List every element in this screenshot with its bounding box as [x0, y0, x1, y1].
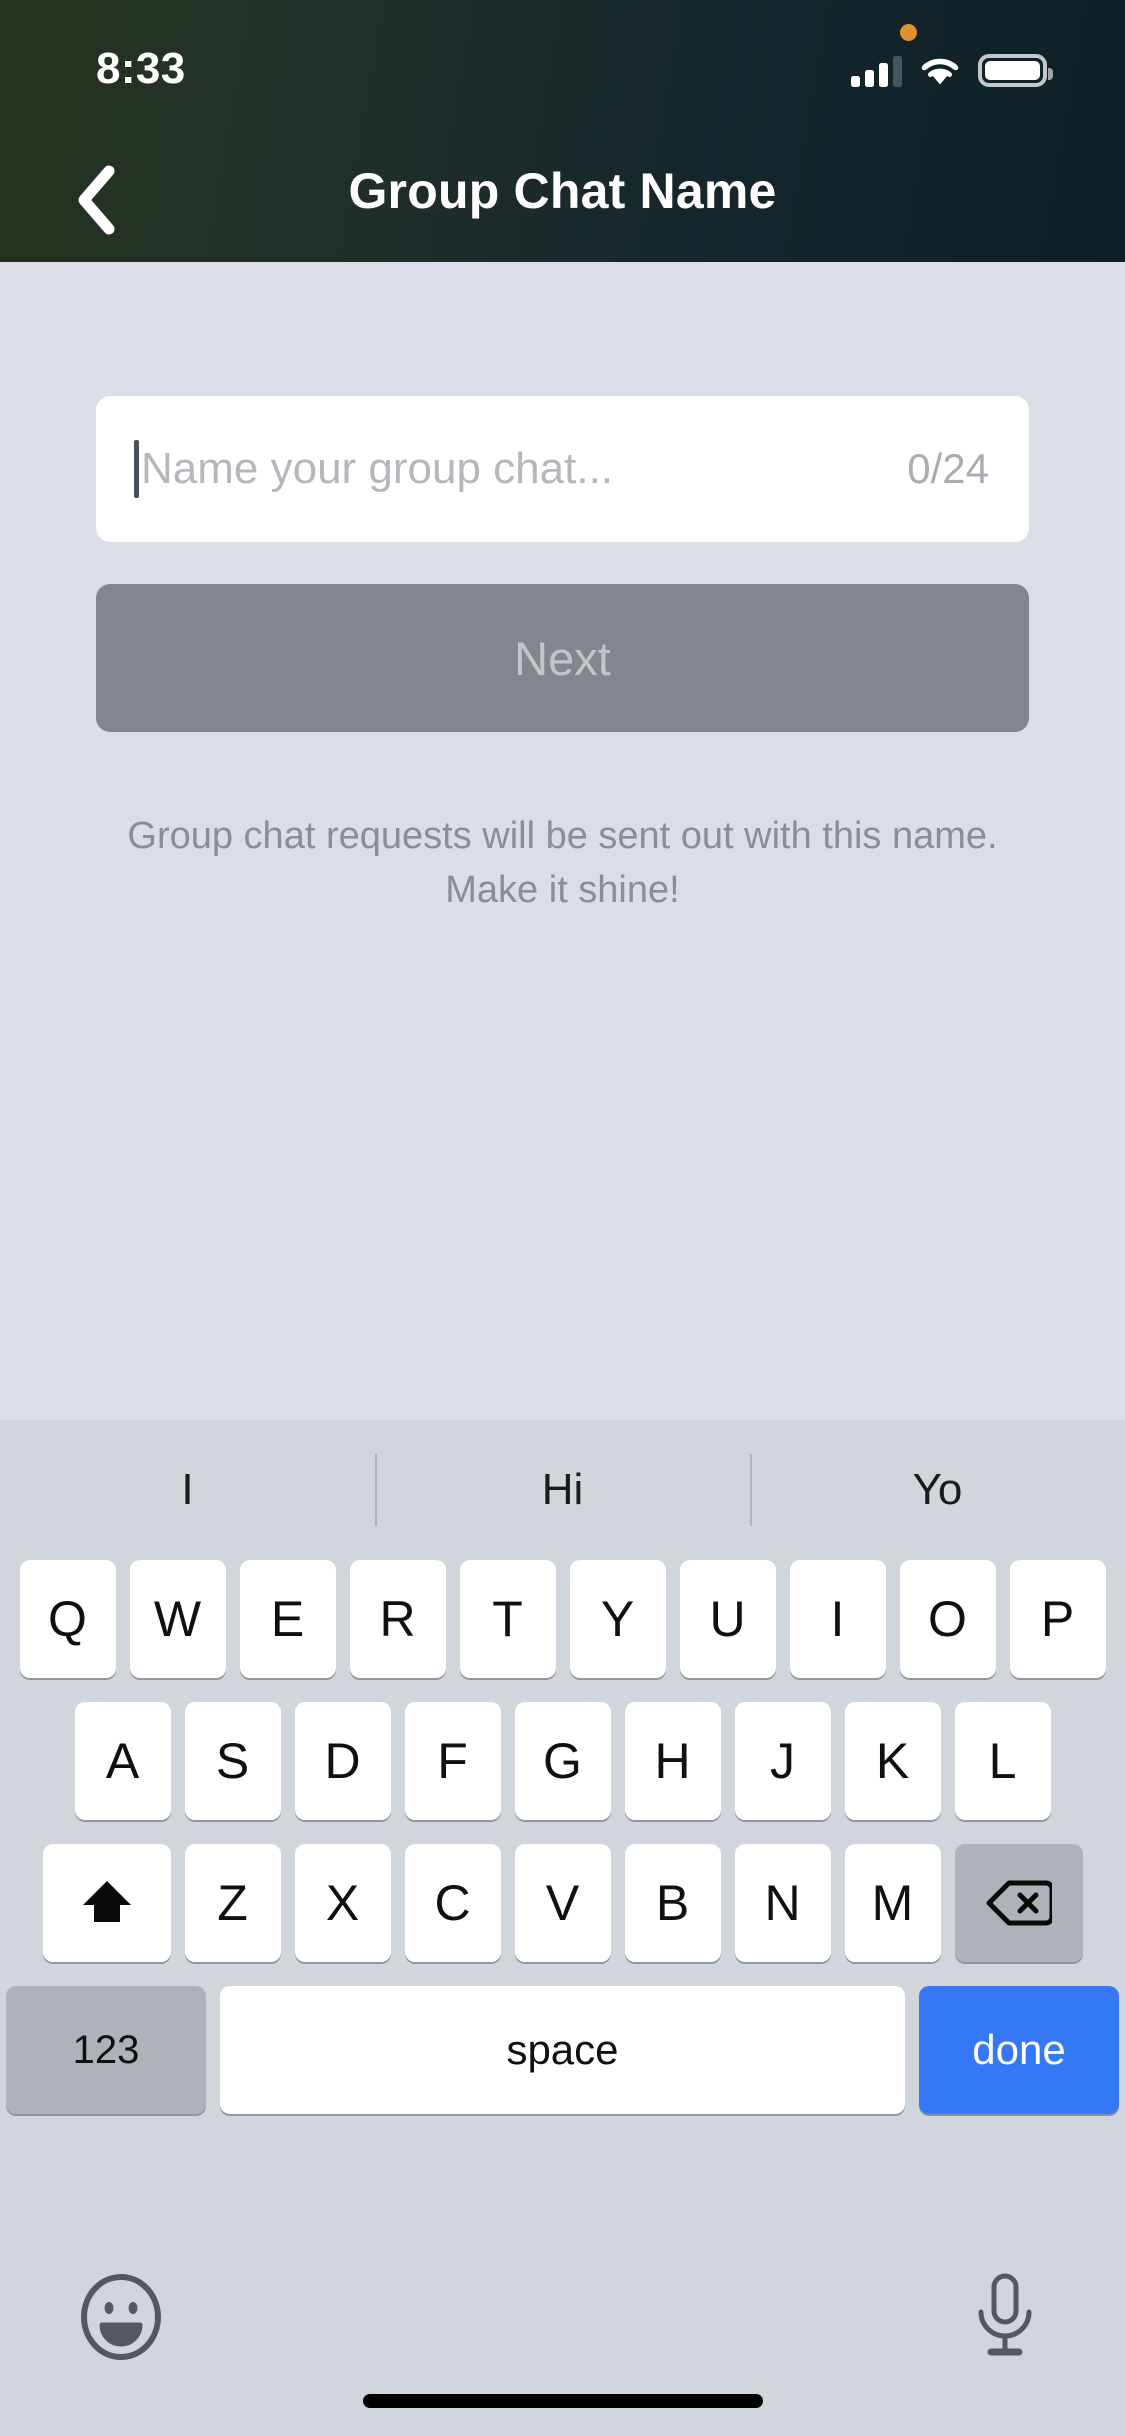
- predictive-suggestion-bar: I Hi Yo: [0, 1420, 1125, 1560]
- shift-key[interactable]: [42, 1844, 171, 1962]
- key-m[interactable]: M: [844, 1844, 941, 1962]
- keyboard-row-2: A S D F G H J K L: [0, 1702, 1125, 1820]
- key-i[interactable]: I: [789, 1560, 886, 1678]
- key-t[interactable]: T: [459, 1560, 556, 1678]
- key-y[interactable]: Y: [569, 1560, 666, 1678]
- key-g[interactable]: G: [514, 1702, 611, 1820]
- key-q[interactable]: Q: [19, 1560, 116, 1678]
- key-w[interactable]: W: [129, 1560, 226, 1678]
- key-b[interactable]: B: [624, 1844, 721, 1962]
- status-bar-icons: [851, 47, 1053, 87]
- space-key[interactable]: space: [220, 1986, 905, 2114]
- key-c[interactable]: C: [404, 1844, 501, 1962]
- emoji-smiley-icon: [81, 2274, 161, 2360]
- key-d[interactable]: D: [294, 1702, 391, 1820]
- key-u[interactable]: U: [679, 1560, 776, 1678]
- key-n[interactable]: N: [734, 1844, 831, 1962]
- backspace-delete-icon: [986, 1880, 1052, 1926]
- key-o[interactable]: O: [899, 1560, 996, 1678]
- suggestion-item[interactable]: I: [0, 1465, 375, 1515]
- key-v[interactable]: V: [514, 1844, 611, 1962]
- battery-icon: [978, 54, 1053, 87]
- key-a[interactable]: A: [74, 1702, 171, 1820]
- key-s[interactable]: S: [184, 1702, 281, 1820]
- main-content: Name your group chat... 0/24 Next Group …: [0, 262, 1125, 1420]
- key-r[interactable]: R: [349, 1560, 446, 1678]
- keyboard-row-3: Z X C V B N M: [0, 1844, 1125, 1962]
- key-z[interactable]: Z: [184, 1844, 281, 1962]
- suggestion-item[interactable]: Yo: [750, 1465, 1125, 1515]
- dictation-button[interactable]: [969, 2272, 1041, 2364]
- status-bar-time: 8:33: [96, 44, 186, 93]
- group-name-placeholder: Name your group chat...: [141, 444, 614, 493]
- recording-indicator-dot: [900, 24, 917, 41]
- key-e[interactable]: E: [239, 1560, 336, 1678]
- shift-arrow-up-icon: [82, 1881, 131, 1922]
- keyboard-bottom-bar: [0, 2256, 1125, 2436]
- key-f[interactable]: F: [404, 1702, 501, 1820]
- header: Group Chat Name: [0, 132, 1125, 262]
- key-k[interactable]: K: [844, 1702, 941, 1820]
- character-counter: 0/24: [907, 445, 989, 492]
- helper-text: Group chat requests will be sent out wit…: [127, 815, 998, 911]
- key-j[interactable]: J: [734, 1702, 831, 1820]
- home-indicator: [362, 2394, 763, 2408]
- wifi-icon: [921, 58, 959, 85]
- virtual-keyboard: I Hi Yo Q W E R T Y U I O P A S D F G H …: [0, 1420, 1125, 2436]
- status-bar: 8:33: [0, 0, 1125, 132]
- next-button[interactable]: Next: [96, 584, 1029, 732]
- text-cursor: [134, 440, 139, 498]
- key-x[interactable]: X: [294, 1844, 391, 1962]
- key-h[interactable]: H: [624, 1702, 721, 1820]
- backspace-key[interactable]: [954, 1844, 1083, 1962]
- navigation-bar: 8:33 Group Chat Name: [0, 0, 1125, 262]
- group-name-input[interactable]: Name your group chat... 0/24: [96, 396, 1029, 542]
- key-p[interactable]: P: [1009, 1560, 1106, 1678]
- cellular-signal-icon: [851, 55, 902, 87]
- microphone-icon: [978, 2273, 1032, 2356]
- emoji-keyboard-button[interactable]: [78, 2274, 164, 2360]
- suggestion-item[interactable]: Hi: [375, 1465, 750, 1515]
- done-key[interactable]: done: [919, 1986, 1119, 2114]
- page-title: Group Chat Name: [348, 163, 777, 219]
- keyboard-row-4: 123 space done: [0, 1986, 1125, 2114]
- numeric-mode-key[interactable]: 123: [6, 1986, 206, 2114]
- keyboard-row-1: Q W E R T Y U I O P: [0, 1560, 1125, 1678]
- key-l[interactable]: L: [954, 1702, 1051, 1820]
